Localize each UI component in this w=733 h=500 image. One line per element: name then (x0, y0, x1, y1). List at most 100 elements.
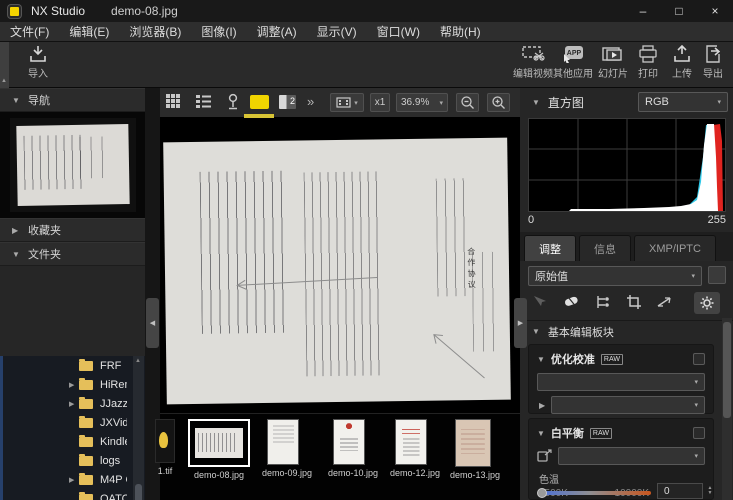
folders-section-header[interactable]: ▼ 文件夹 (0, 242, 145, 266)
control-point-tool-button[interactable] (594, 294, 612, 310)
favorites-section-header[interactable]: ▶ 收藏夹 (0, 218, 145, 242)
menu-item[interactable]: 帮助(H) (430, 22, 491, 42)
expand-arrow-icon[interactable]: ▶ (69, 400, 79, 408)
preset-save-button[interactable] (708, 266, 726, 284)
menu-item[interactable]: 调整(A) (247, 22, 307, 42)
color-temp-value-input[interactable]: 0 (657, 483, 703, 499)
edit-video-button[interactable]: 编辑视频 (511, 45, 555, 80)
picture-control-checkbox[interactable] (693, 353, 705, 365)
picture-control-header[interactable]: ▼ 优化校准 RAW (529, 345, 713, 369)
filmstrip-item[interactable]: demo-09.jpg (262, 419, 304, 478)
other-apps-button[interactable]: APP 其他应用 (551, 45, 595, 80)
filmstrip-thumbnail[interactable] (188, 419, 250, 467)
eraser-tool-button[interactable] (562, 294, 580, 310)
minimize-button[interactable]: – (625, 0, 661, 22)
filmstrip-thumbnail[interactable] (395, 419, 427, 465)
retouch-tool-button[interactable] (532, 294, 548, 310)
menu-item[interactable]: 图像(I) (191, 22, 246, 42)
filmstrip-thumbnail[interactable] (333, 419, 365, 465)
folder-icon (79, 418, 93, 428)
tab-info[interactable]: 信息 (579, 235, 631, 261)
folder-item[interactable]: ▶ M4P C (3, 470, 145, 489)
menu-item[interactable]: 编辑(E) (59, 22, 119, 42)
filmstrip-item[interactable]: demo-08.jpg (186, 419, 252, 480)
crop-tool-button[interactable] (626, 294, 642, 310)
fit-to-screen-select[interactable]: ▾ (330, 93, 364, 112)
right-panel-collapse-handle[interactable]: ▶ (514, 298, 527, 348)
filmstrip-item[interactable]: 1.tif (152, 419, 178, 476)
control-points-icon (594, 294, 612, 310)
expand-right-icon[interactable]: ▶ (539, 401, 545, 410)
folder-name: OATOS (100, 493, 127, 500)
expand-arrow-icon[interactable]: ▶ (69, 381, 79, 389)
filmstrip-thumbnail[interactable] (455, 419, 491, 467)
channel-value: RGB (645, 96, 669, 108)
navigation-section-header[interactable]: ▼ 导航 (0, 88, 145, 112)
picture-control-select[interactable]: ▾ (537, 373, 705, 391)
filmstrip-filename: demo-12.jpg (390, 468, 432, 478)
retouch-brush-icon (532, 294, 548, 310)
menu-item[interactable]: 显示(V) (307, 22, 367, 42)
folder-item[interactable]: ▶ FRF (3, 356, 145, 375)
white-balance-checkbox[interactable] (693, 427, 705, 439)
filmstrip-thumbnail[interactable] (155, 419, 175, 463)
histogram-channel-select[interactable]: RGB ▾ (638, 92, 728, 112)
dropdown-arrow-icon: ▾ (717, 98, 721, 106)
filmstrip-item[interactable]: demo-13.jpg (450, 419, 496, 480)
left-panel-collapse-handle[interactable]: ◀ (146, 298, 159, 348)
straighten-tool-button[interactable] (656, 294, 674, 310)
photo-document: 合作协议 (163, 138, 511, 405)
menu-item[interactable]: 文件(F) (0, 22, 59, 42)
import-icon (28, 45, 48, 63)
grid-view-button[interactable] (165, 93, 181, 109)
scrollbar-thumb[interactable] (135, 484, 142, 500)
folder-item[interactable]: ▶ Kindle (3, 432, 145, 451)
tab-adjustments[interactable]: 调整 (524, 235, 576, 261)
adjustment-settings-button[interactable] (694, 292, 720, 314)
filmstrip-item[interactable]: demo-12.jpg (390, 419, 432, 478)
zoom-in-button[interactable] (487, 93, 510, 112)
right-panel-scrollbar[interactable] (722, 318, 732, 500)
export-button[interactable]: 导出 (694, 45, 732, 80)
color-temp-spinner[interactable]: ▲▼ (705, 483, 715, 499)
menu-item[interactable]: 浏览器(B) (119, 22, 191, 42)
scroll-up-icon[interactable]: ▲ (135, 358, 141, 364)
folder-scrollbar[interactable]: ▲ (133, 356, 144, 500)
white-balance-header[interactable]: ▼ 白平衡 RAW (529, 419, 713, 443)
basic-edit-section-header[interactable]: ▼ 基本编辑板块 (520, 320, 733, 342)
image-view-button-active[interactable] (250, 95, 269, 109)
expand-arrow-icon[interactable]: ▶ (69, 476, 79, 484)
maximize-button[interactable]: □ (661, 0, 697, 22)
slider-thumb[interactable] (537, 488, 547, 498)
folder-item[interactable]: ▶ logs (3, 451, 145, 470)
grid-view-icon (165, 93, 181, 109)
compare-view-button[interactable]: 2 (279, 95, 296, 109)
menu-item[interactable]: 窗口(W) (367, 22, 430, 42)
adjustment-preset-select[interactable]: 原始值 ▾ (528, 266, 702, 286)
list-view-button[interactable] (195, 93, 212, 109)
zoom-out-button[interactable] (456, 93, 479, 112)
toolbar-collapse-rail[interactable]: ▲ (0, 42, 9, 88)
scrollbar-thumb[interactable] (723, 322, 731, 418)
picture-control-sub-select[interactable]: ▾ (551, 396, 705, 414)
zoom-level-select[interactable]: 36.9% ▾ (396, 93, 448, 112)
map-view-button[interactable] (225, 93, 241, 110)
tab-xmp-iptc[interactable]: XMP/IPTC (634, 235, 716, 261)
white-balance-select[interactable]: ▾ (558, 447, 705, 465)
gray-point-picker-icon[interactable] (537, 449, 552, 463)
folder-item[interactable]: ▶ HiRend (3, 375, 145, 394)
color-temp-slider[interactable] (539, 491, 651, 495)
filmstrip-thumbnail[interactable] (267, 419, 299, 465)
close-button[interactable]: × (697, 0, 733, 22)
image-canvas[interactable]: 合作协议 (160, 118, 520, 413)
folder-item[interactable]: ▶ OATOS (3, 489, 145, 500)
folder-item[interactable]: ▶ JJazzLa (3, 394, 145, 413)
navigation-photo[interactable] (10, 118, 136, 212)
import-button[interactable]: 导入 (16, 45, 60, 80)
more-views-chevron[interactable]: » (307, 94, 314, 109)
filmstrip-item[interactable]: demo-10.jpg (328, 419, 370, 478)
collapse-down-icon: ▼ (532, 327, 540, 336)
folder-item[interactable]: ▶ JXVide (3, 413, 145, 432)
zoom-1to1-button[interactable]: x1 (370, 93, 390, 112)
list-view-icon (195, 93, 212, 109)
